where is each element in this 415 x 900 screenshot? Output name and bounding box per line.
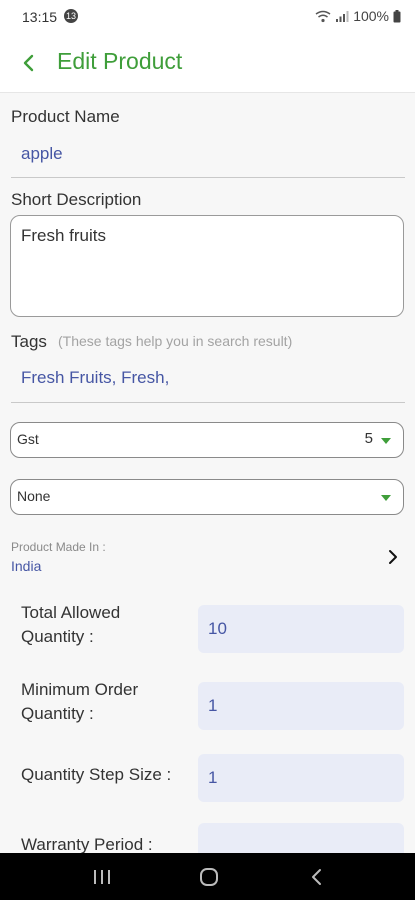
chevron-right-icon[interactable] (385, 548, 401, 566)
product-name-input[interactable]: apple (21, 144, 63, 164)
category-select-value: None (17, 488, 51, 504)
quantity-step-size-label: Quantity Step Size : (21, 765, 172, 784)
notification-badge: 13 (64, 9, 78, 23)
total-allowed-quantity-label-line1: Total Allowed (21, 603, 121, 622)
minimum-order-quantity-label-line2: Quantity : (21, 704, 94, 723)
app-bar: Edit Product (0, 34, 415, 93)
total-allowed-quantity-input[interactable]: 10 (198, 605, 404, 653)
minimum-order-quantity-input[interactable]: 1 (198, 682, 404, 730)
category-select[interactable]: None (10, 479, 404, 515)
minimum-order-quantity-label-line1: Minimum Order (21, 680, 139, 699)
home-icon[interactable] (197, 865, 221, 889)
wifi-icon (315, 10, 331, 22)
status-time: 13:15 (22, 9, 58, 25)
battery-percent: 100% (353, 8, 389, 24)
system-nav-bar (0, 853, 415, 900)
gst-select-value: 5 (364, 430, 373, 447)
edit-product-form: Product Name apple Short Description Fre… (0, 93, 415, 871)
short-description-textarea[interactable]: Fresh fruits (10, 215, 404, 317)
signal-icon (336, 10, 349, 22)
gst-select-label: Gst (17, 431, 39, 447)
tags-input[interactable]: Fresh Fruits, Fresh, (21, 368, 169, 388)
back-nav-icon[interactable] (305, 865, 329, 889)
product-name-label: Product Name (11, 107, 120, 126)
product-made-in-value[interactable]: India (11, 558, 41, 574)
product-made-in-label: Product Made In : (11, 540, 106, 554)
total-allowed-quantity-label: Total Allowed Quantity : (21, 601, 120, 649)
quantity-step-size-input[interactable]: 1 (198, 754, 404, 802)
short-description-label: Short Description (11, 190, 142, 209)
status-icons: 100% (315, 8, 401, 24)
back-arrow-icon[interactable] (14, 48, 44, 78)
minimum-order-quantity-value: 1 (208, 696, 218, 715)
quantity-step-size-value: 1 (208, 768, 218, 787)
battery-icon (393, 9, 401, 22)
tags-underline (11, 402, 405, 403)
caret-down-icon (381, 438, 391, 444)
page-title: Edit Product (57, 48, 183, 74)
status-bar: 13:15 13 100% (0, 0, 415, 34)
tags-hint: (These tags help you in search result) (58, 333, 293, 349)
total-allowed-quantity-label-line2: Quantity : (21, 627, 94, 646)
minimum-order-quantity-label: Minimum Order Quantity : (21, 678, 138, 726)
recent-apps-icon[interactable] (90, 865, 114, 889)
caret-down-icon (381, 495, 391, 501)
product-name-underline (11, 177, 405, 178)
short-description-text: Fresh fruits (21, 226, 107, 245)
gst-select[interactable]: Gst 5 (10, 422, 404, 458)
tags-label: Tags (11, 332, 47, 351)
total-allowed-quantity-value: 10 (208, 619, 227, 638)
